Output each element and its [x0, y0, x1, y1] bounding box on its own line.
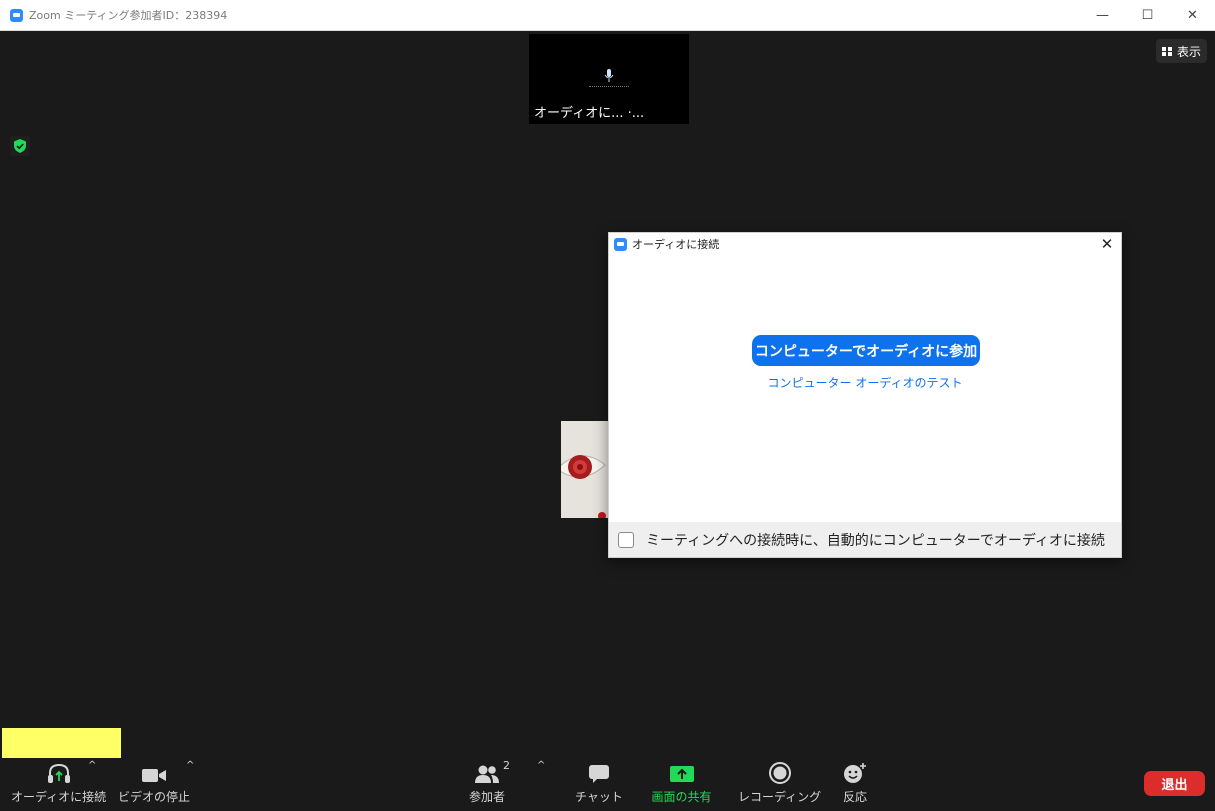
eye-image — [561, 421, 608, 518]
share-screen-icon — [670, 766, 694, 784]
participant-name-label: オーディオに... ·... — [529, 104, 649, 124]
zoom-logo-icon — [10, 9, 23, 22]
grid-icon — [1162, 47, 1172, 56]
record-icon — [769, 762, 791, 784]
join-computer-audio-button[interactable]: コンピューターでオーディオに参加 — [752, 335, 980, 366]
reaction-icon — [843, 762, 867, 784]
chat-button[interactable]: チャット — [575, 760, 623, 805]
headphones-icon — [46, 762, 72, 784]
video-options-caret[interactable]: ^ — [186, 760, 194, 771]
microphone-icon — [604, 69, 614, 83]
participant-video-image — [561, 421, 608, 518]
close-window-button[interactable]: ✕ — [1170, 0, 1215, 31]
participants-button[interactable]: 参加者 — [468, 760, 506, 805]
window-title: Zoom ミーティング参加者ID：238394 — [29, 7, 227, 23]
shield-check-icon[interactable] — [10, 136, 30, 156]
dialog-titlebar: オーディオに接続 ✕ — [609, 233, 1121, 255]
participant-thumbnail[interactable]: オーディオに... ·... — [529, 34, 689, 124]
join-audio-label: オーディオに接続 — [11, 788, 106, 805]
minimize-button[interactable]: — — [1080, 0, 1125, 31]
share-screen-button[interactable]: 画面の共有 — [650, 760, 713, 805]
participants-label: 参加者 — [469, 788, 505, 805]
leave-meeting-button[interactable]: 退出 — [1144, 771, 1205, 796]
share-screen-label: 画面の共有 — [651, 788, 711, 805]
view-button-label: 表示 — [1177, 43, 1201, 60]
dialog-footer: ミーティングへの接続時に、自動的にコンピューターでオーディオに接続 — [609, 522, 1121, 557]
reactions-label: 反応 — [843, 788, 867, 805]
zoom-logo-icon — [614, 238, 627, 251]
auto-join-audio-checkbox[interactable] — [618, 532, 634, 548]
highlight-overlay — [2, 728, 121, 758]
window-titlebar: Zoom ミーティング参加者ID：238394 — ☐ ✕ — [0, 0, 1215, 31]
dialog-close-button[interactable]: ✕ — [1099, 236, 1115, 252]
audio-options-caret[interactable]: ^ — [88, 760, 96, 771]
maximize-button[interactable]: ☐ — [1125, 0, 1170, 31]
chat-icon — [588, 764, 610, 784]
stop-video-label: ビデオの停止 — [118, 788, 190, 805]
meeting-stage: オーディオに... ·... 表示 オーディオに接続 ✕ コンピューターでオーデ… — [0, 31, 1215, 811]
chat-label: チャット — [575, 788, 623, 805]
view-button[interactable]: 表示 — [1156, 39, 1207, 63]
meeting-toolbar: オーディオに接続 ^ ビデオの停止 ^ 参加者 — [0, 755, 1215, 811]
test-computer-audio-link[interactable]: コンピューター オーディオのテスト — [609, 374, 1121, 391]
participants-options-caret[interactable]: ^ — [537, 760, 545, 771]
participants-icon — [474, 764, 500, 784]
record-label: レコーディング — [738, 788, 821, 805]
thumbnail-caption-line — [589, 86, 629, 88]
dialog-title: オーディオに接続 — [632, 236, 719, 252]
reactions-button[interactable]: 反応 — [842, 760, 868, 805]
window-controls: — ☐ ✕ — [1080, 0, 1215, 31]
audio-connect-dialog: オーディオに接続 ✕ コンピューターでオーディオに参加 コンピューター オーディ… — [608, 232, 1122, 558]
record-button[interactable]: レコーディング — [738, 760, 821, 805]
auto-join-audio-label[interactable]: ミーティングへの接続時に、自動的にコンピューターでオーディオに接続 — [646, 530, 1105, 550]
participants-count: 2 — [503, 759, 510, 772]
video-camera-icon — [141, 766, 167, 784]
stop-video-button[interactable]: ビデオの停止 — [118, 760, 190, 805]
